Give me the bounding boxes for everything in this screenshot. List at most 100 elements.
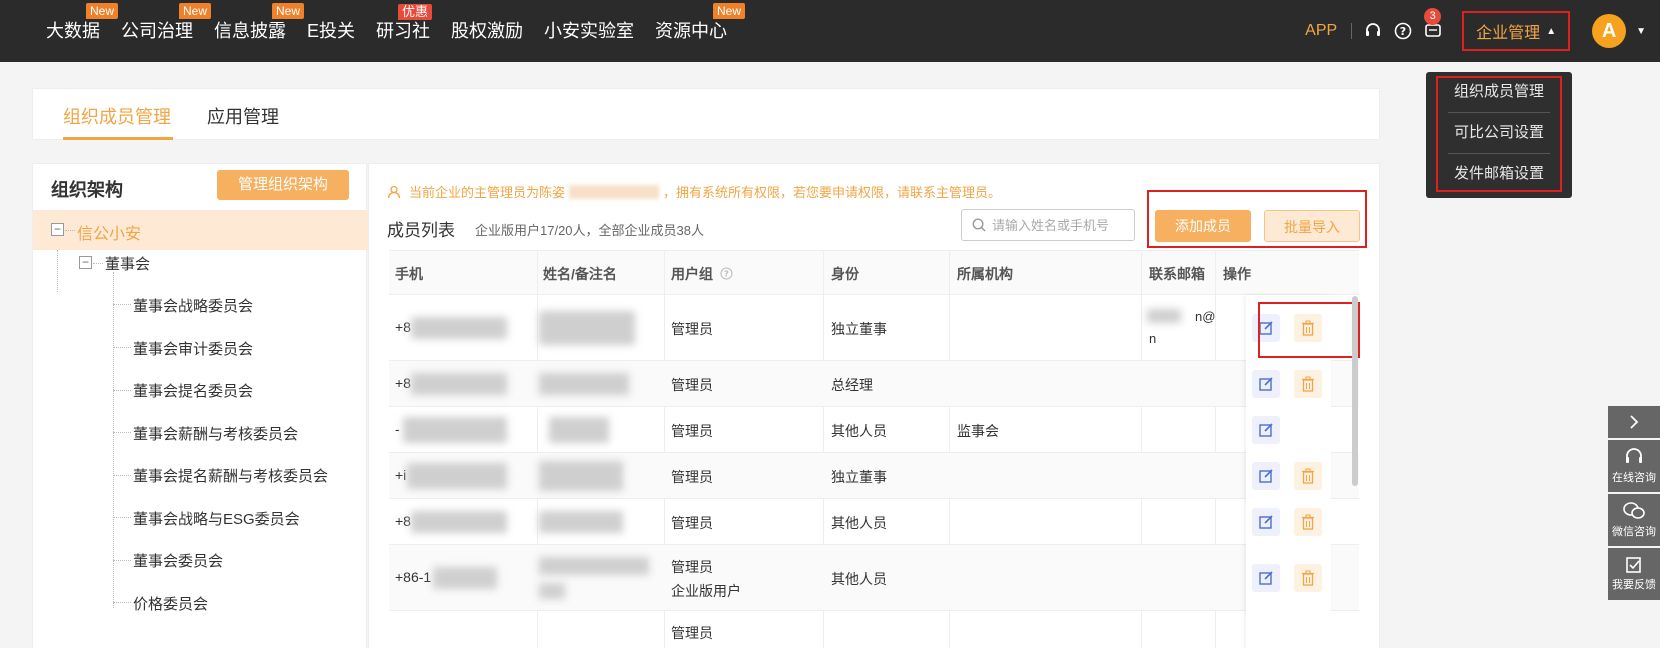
collapse-icon[interactable]: −	[79, 256, 92, 269]
dropdown-item-comparable[interactable]: 可比公司设置	[1438, 113, 1560, 153]
delete-button[interactable]	[1294, 508, 1322, 536]
role-cell: 其他人员	[831, 423, 887, 439]
dropdown-item-member-mgmt[interactable]: 组织成员管理	[1438, 72, 1560, 112]
nav-item-equity[interactable]: 股权激励	[451, 0, 523, 62]
tree-line	[113, 475, 131, 476]
nav-item-disclosure[interactable]: 信息披露 New	[214, 0, 304, 62]
enterprise-management-label: 企业管理	[1476, 25, 1541, 42]
role-cell: 总经理	[831, 377, 873, 393]
tree-node-child[interactable]: 董事会提名委员会	[133, 380, 253, 401]
feedback-icon	[1626, 557, 1641, 573]
group-cell: 管理员	[671, 377, 713, 393]
delete-button[interactable]	[1294, 462, 1322, 490]
side-item-label: 微信咨询	[1612, 526, 1656, 538]
collapse-icon[interactable]: −	[51, 223, 64, 236]
tree-node-child[interactable]: 价格委员会	[133, 593, 208, 614]
table-row: +i 管理员 独立董事	[389, 453, 1359, 499]
avatar[interactable]: A	[1592, 14, 1627, 48]
redacted-email	[1147, 309, 1181, 323]
search-box[interactable]	[961, 209, 1135, 241]
avatar-letter: A	[1601, 19, 1617, 42]
redacted-name	[539, 461, 623, 491]
help-icon[interactable]: ?	[1392, 20, 1414, 42]
promo-badge: 优惠	[398, 4, 433, 20]
nav-label: E投关	[307, 21, 356, 41]
table-scrollbar[interactable]	[1352, 296, 1358, 486]
message-icon[interactable]: 3	[1422, 8, 1444, 42]
phone-cell: +8	[395, 375, 411, 391]
chevron-right-icon	[1630, 415, 1639, 429]
edit-icon	[1259, 571, 1273, 585]
tree-node-child[interactable]: 董事会战略委员会	[133, 295, 253, 316]
column-header-name: 姓名/备注名	[543, 266, 617, 282]
redacted-phone	[403, 417, 507, 443]
redacted-phone	[433, 567, 497, 589]
delete-button[interactable]	[1294, 564, 1322, 592]
edit-button[interactable]	[1252, 508, 1280, 536]
tree-node-child[interactable]: 董事会薪酬与考核委员会	[133, 423, 298, 444]
org-structure-panel: 组织架构 管理组织架构 − 信公小安 − 董事会 董事会战略委员会 董事会审计委…	[32, 163, 368, 648]
admin-notice: 当前企业的主管理员为陈姿 ，拥有系统所有权限，若您要申请权限，请联系主管理员。	[387, 182, 1001, 201]
tree-line	[113, 602, 131, 603]
nav-item-academy[interactable]: 研习社 优惠	[376, 0, 433, 62]
headset-icon[interactable]	[1362, 20, 1384, 42]
phone-cell: +86-1	[395, 569, 432, 585]
manage-org-button[interactable]: 管理组织架构	[217, 170, 349, 200]
side-item-label: 我要反馈	[1612, 579, 1656, 591]
online-consult-button[interactable]: 在线咨询	[1608, 440, 1660, 492]
column-header-org: 所属机构	[957, 266, 1013, 282]
dropdown-item-mailbox[interactable]: 发件邮箱设置	[1438, 154, 1560, 194]
table-row: +8 管理员 其他人员	[389, 499, 1359, 545]
chevron-down-icon[interactable]: ▼	[1636, 26, 1646, 37]
tree-line	[113, 560, 131, 561]
column-header-group: 用户组 ?	[671, 264, 733, 284]
redacted-name	[539, 583, 565, 599]
delete-button[interactable]	[1294, 370, 1322, 398]
new-badge: New	[271, 3, 304, 19]
edit-icon	[1259, 515, 1273, 529]
wechat-icon	[1623, 502, 1645, 519]
nav-item-resources[interactable]: 资源中心 New	[655, 0, 746, 62]
tree-node-board[interactable]: 董事会	[105, 253, 150, 274]
collapse-side-button[interactable]	[1608, 406, 1660, 438]
help-icon[interactable]: ?	[720, 267, 733, 280]
tree-node-child[interactable]: 董事会审计委员会	[133, 338, 253, 359]
tree-root-row[interactable]: − 信公小安	[33, 210, 368, 250]
nav-item-big-data[interactable]: 大数据 New	[46, 0, 118, 62]
org-cell: 监事会	[957, 423, 999, 439]
redacted-phone	[407, 463, 507, 489]
edit-button[interactable]	[1252, 370, 1280, 398]
add-member-button[interactable]: 添加成员	[1155, 210, 1251, 242]
tree-node-child[interactable]: 董事会委员会	[133, 550, 223, 571]
email-cell: n@	[1195, 309, 1216, 324]
edit-icon	[1259, 469, 1273, 483]
wechat-consult-button[interactable]: 微信咨询	[1608, 494, 1660, 546]
tree-node-child[interactable]: 董事会战略与ESG委员会	[133, 508, 300, 529]
tree-line	[57, 250, 58, 292]
nav-item-lab[interactable]: 小安实验室	[544, 0, 634, 62]
edit-button[interactable]	[1252, 564, 1280, 592]
group-cell: 管理员	[671, 321, 713, 337]
enterprise-management-menu[interactable]: 企业管理 ▲	[1462, 11, 1571, 51]
enterprise-dropdown: 组织成员管理 可比公司设置 发件邮箱设置	[1426, 72, 1572, 198]
nav-item-governance[interactable]: 公司治理 New	[121, 0, 211, 62]
email-cell: n	[1149, 331, 1157, 346]
tab-app-management[interactable]: 应用管理	[207, 103, 279, 129]
tree-line	[113, 347, 131, 348]
table-row: 管理员	[389, 611, 1359, 648]
batch-import-button[interactable]: 批量导入	[1264, 210, 1360, 242]
tree-node-child[interactable]: 董事会提名薪酬与考核委员会	[133, 465, 328, 486]
tree-node-root[interactable]: 信公小安	[77, 220, 141, 244]
edit-button[interactable]	[1252, 416, 1280, 444]
tab-member-management[interactable]: 组织成员管理	[63, 103, 171, 129]
nav-label: 信息披露	[214, 21, 286, 41]
edit-button[interactable]	[1252, 462, 1280, 490]
nav-item-e-investor[interactable]: E投关	[307, 0, 355, 62]
search-input[interactable]	[992, 217, 1132, 233]
app-link[interactable]: APP	[1305, 22, 1337, 40]
tree-line	[65, 230, 75, 231]
feedback-button[interactable]: 我要反馈	[1608, 548, 1660, 600]
caret-up-icon: ▲	[1546, 25, 1557, 37]
notice-text: ，拥有系统所有权限，若您要申请权限，请联系主管理员。	[663, 185, 1002, 200]
nav-label: 大数据	[46, 21, 100, 41]
